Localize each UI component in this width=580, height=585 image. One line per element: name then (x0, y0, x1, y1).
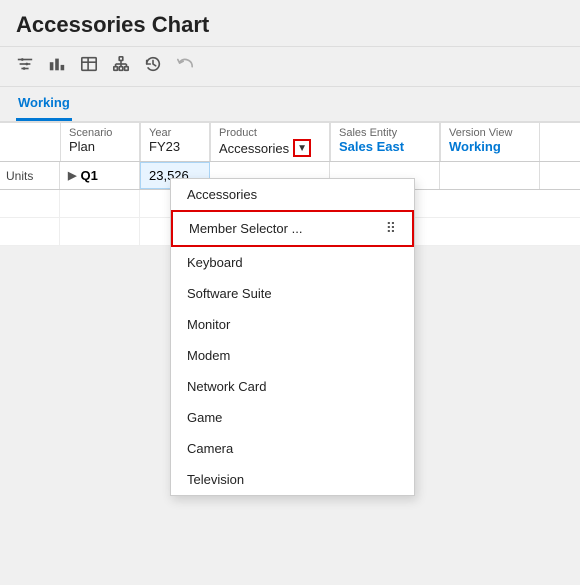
col-header-scenario: Scenario Plan (60, 123, 140, 161)
hierarchy-icon[interactable] (112, 55, 130, 78)
col-header-year: Year FY23 (140, 123, 210, 161)
col-label-year: Year (149, 127, 171, 139)
row-label-spacer (0, 123, 60, 161)
dropdown-item-modem[interactable]: Modem (171, 340, 414, 371)
tabs-bar: Working (0, 87, 580, 123)
dropdown-item-camera[interactable]: Camera (171, 433, 414, 464)
row-label-text: Units (6, 169, 33, 183)
page-header: Accessories Chart (0, 0, 580, 47)
dropdown-item-television[interactable]: Television (171, 464, 414, 495)
product-value-text: Accessories (219, 141, 289, 156)
dropdown-item-game[interactable]: Game (171, 402, 414, 433)
dropdown-item-monitor[interactable]: Monitor (171, 309, 414, 340)
main-area: Scenario Plan Year FY23 Product Accessor… (0, 123, 580, 246)
dropdown-item-network-card[interactable]: Network Card (171, 371, 414, 402)
col-label-scenario: Scenario (69, 127, 112, 139)
dropdown-item-member-selector[interactable]: Member Selector ... ⠿ (171, 210, 414, 247)
filter-icon[interactable] (16, 55, 34, 78)
product-dropdown-button[interactable]: ▼ (293, 139, 311, 157)
row-label-units: Units (0, 162, 60, 189)
product-dropdown-menu: Accessories Member Selector ... ⠿ Keyboa… (170, 178, 415, 496)
member-selector-icon: ⠿ (386, 220, 396, 237)
expand-icon[interactable]: ▶ (68, 169, 76, 182)
toolbar (0, 47, 580, 87)
column-headers: Scenario Plan Year FY23 Product Accessor… (0, 123, 580, 162)
col-label-product: Product (219, 127, 257, 139)
col-value-scenario: Plan (69, 139, 95, 154)
page-title: Accessories Chart (16, 12, 209, 37)
table-icon[interactable] (80, 55, 98, 78)
chart-icon[interactable] (48, 55, 66, 78)
undo-icon[interactable] (176, 55, 194, 78)
col-value-year: FY23 (149, 139, 180, 154)
tab-working[interactable]: Working (16, 87, 72, 121)
col-value-sales: Sales East (339, 139, 404, 154)
col-header-product: Product Accessories ▼ (210, 123, 330, 161)
col-label-sales: Sales Entity (339, 127, 397, 139)
empty-cell-3 (440, 162, 540, 189)
col-value-version: Working (449, 139, 501, 154)
q1-header-cell: ▶ Q1 (60, 162, 140, 189)
col-header-sales: Sales Entity Sales East (330, 123, 440, 161)
col-label-version: Version View (449, 127, 512, 139)
dropdown-item-keyboard[interactable]: Keyboard (171, 247, 414, 278)
history-icon[interactable] (144, 55, 162, 78)
dropdown-item-accessories[interactable]: Accessories (171, 179, 414, 210)
col-header-version: Version View Working (440, 123, 540, 161)
q1-label: Q1 (80, 168, 97, 183)
col-value-product: Accessories ▼ (219, 139, 311, 157)
dropdown-item-software-suite[interactable]: Software Suite (171, 278, 414, 309)
